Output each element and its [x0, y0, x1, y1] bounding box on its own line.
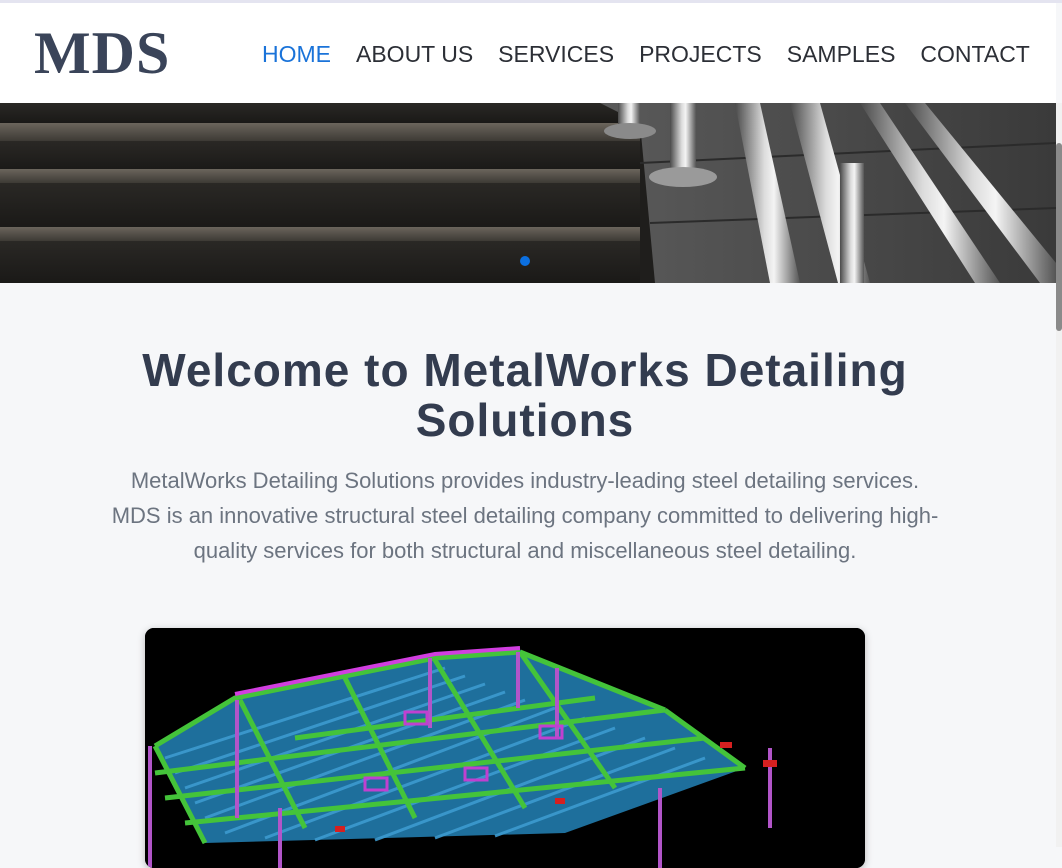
main-content: Welcome to MetalWorks Detailing Solution… [0, 283, 1056, 868]
scrollbar-thumb[interactable] [1056, 143, 1062, 331]
main-nav: HOME ABOUT US SERVICES PROJECTS SAMPLES … [262, 41, 1030, 67]
site-header: MDS HOME ABOUT US SERVICES PROJECTS SAMP… [0, 3, 1056, 103]
slider-indicator-dot[interactable] [520, 256, 530, 266]
nav-about-us[interactable]: ABOUT US [356, 41, 473, 67]
nav-contact[interactable]: CONTACT [920, 41, 1029, 67]
steel-model-image [145, 628, 865, 868]
site-logo[interactable]: MDS [34, 21, 170, 85]
nav-samples[interactable]: SAMPLES [787, 41, 896, 67]
nav-home[interactable]: HOME [262, 41, 331, 67]
nav-services[interactable]: SERVICES [498, 41, 614, 67]
page-title: Welcome to MetalWorks Detailing Solution… [142, 344, 908, 446]
intro-text: MetalWorks Detailing Solutions provides … [111, 468, 939, 563]
nav-projects[interactable]: PROJECTS [639, 41, 762, 67]
